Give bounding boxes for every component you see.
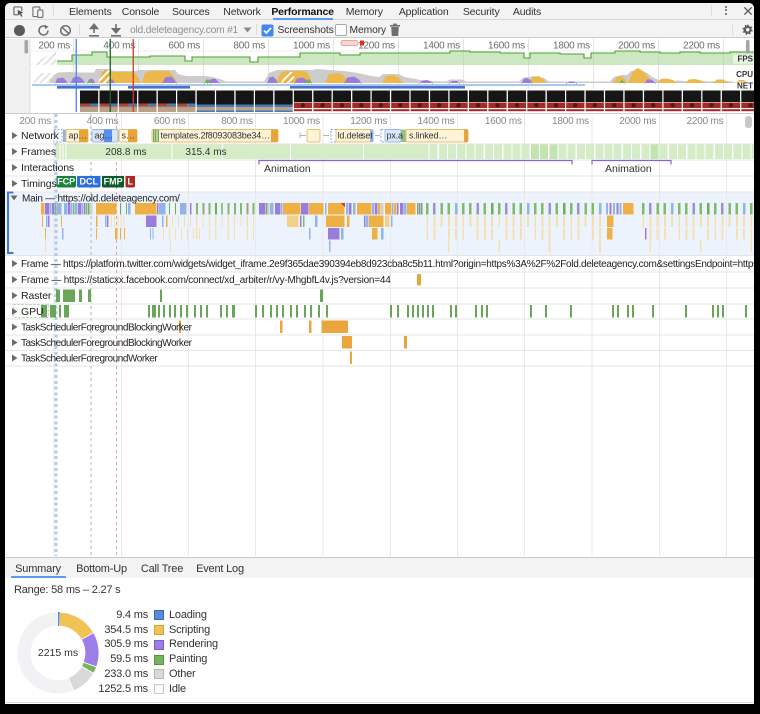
svg-text:Animation: Animation [605,163,652,175]
svg-text:Raster: Raster [21,290,52,302]
svg-text:200 ms: 200 ms [38,41,70,52]
svg-text:ag…: ag… [95,131,114,141]
svg-text:1600 ms: 1600 ms [488,41,525,52]
svg-text:s.linked…: s.linked… [409,131,447,141]
svg-text:Interactions: Interactions [21,162,74,174]
svg-text:1400 ms: 1400 ms [418,116,455,127]
svg-text:CPU: CPU [736,70,753,79]
svg-text:ap…: ap… [69,131,88,141]
svg-text:2000 ms: 2000 ms [619,116,656,127]
svg-text:GPU: GPU [21,306,43,318]
svg-text:2200 ms: 2200 ms [683,41,720,52]
svg-text:Frames: Frames [21,146,56,158]
svg-text:FMP: FMP [104,177,123,187]
svg-text:Main — https://old.deleteagenc: Main — https://old.deleteagency.com/ [22,194,180,205]
svg-text:Network: Network [21,130,60,142]
svg-text:600 ms: 600 ms [168,41,200,52]
svg-text:L: L [128,177,134,187]
svg-text:TaskSchedulerForegroundBlockin: TaskSchedulerForegroundBlockingWorker [21,323,193,334]
svg-text:NET: NET [737,82,753,91]
svg-text:ld.dele: ld.dele [338,131,364,141]
svg-text:1600 ms: 1600 ms [485,116,522,127]
svg-text:315.4 ms: 315.4 ms [185,147,226,158]
svg-text:600 ms: 600 ms [154,116,186,127]
svg-text:1200 ms: 1200 ms [350,116,387,127]
svg-text:templates.2f8093083be34…: templates.2f8093083be34… [161,131,271,141]
svg-text:TaskSchedulerForegroundBlockin: TaskSchedulerForegroundBlockingWorker [21,338,193,349]
svg-text:FCP: FCP [57,177,75,187]
svg-text:Animation: Animation [264,163,311,175]
svg-text:1800 ms: 1800 ms [553,41,590,52]
svg-text:1400 ms: 1400 ms [423,41,460,52]
svg-text:Frame — https://platform.twitt: Frame — https://platform.twitter.com/wid… [21,259,754,270]
svg-text:px.a: px.a [387,131,404,141]
svg-text:2000 ms: 2000 ms [618,41,655,52]
svg-text:1800 ms: 1800 ms [552,116,589,127]
svg-text:Frame — https://staticxx.faceb: Frame — https://staticxx.facebook.com/co… [21,275,391,286]
svg-text:FPS: FPS [737,55,753,64]
svg-text:1000 ms: 1000 ms [283,116,320,127]
svg-text:s…: s… [122,131,135,141]
svg-text:set: set [361,131,373,141]
svg-text:Timings: Timings [21,178,57,190]
svg-text:800 ms: 800 ms [233,41,265,52]
svg-text:1000 ms: 1000 ms [293,41,330,52]
svg-text:TaskSchedulerForegroundWorker: TaskSchedulerForegroundWorker [21,354,158,365]
svg-text:200 ms: 200 ms [19,116,51,127]
svg-text:400 ms: 400 ms [103,41,135,52]
svg-text:208.8 ms: 208.8 ms [105,147,146,158]
svg-text:DCL: DCL [80,177,99,187]
svg-text:2200 ms: 2200 ms [687,116,724,127]
svg-text:800 ms: 800 ms [221,116,253,127]
